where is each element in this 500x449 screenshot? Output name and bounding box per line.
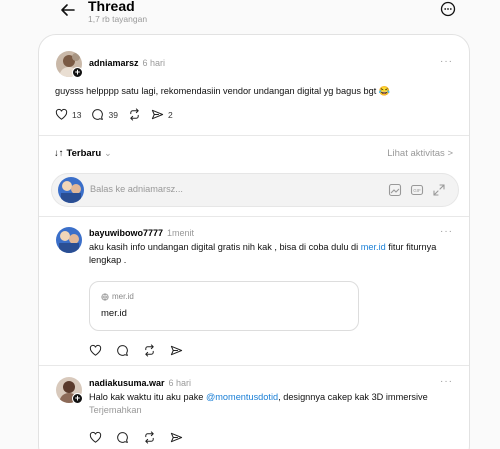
expand-icon[interactable]	[432, 183, 446, 197]
avatar[interactable]	[56, 227, 82, 253]
comment-author[interactable]: bayuwibowo7777 1menit	[89, 228, 194, 238]
comment-button[interactable]	[116, 344, 129, 357]
heart-icon	[55, 108, 68, 120]
chevron-down-icon: ⌄	[104, 148, 112, 158]
globe-icon	[101, 292, 109, 301]
link-preview-card[interactable]: mer.id mer.id	[89, 281, 359, 331]
back-arrow-icon[interactable]	[58, 0, 78, 20]
like-button[interactable]	[89, 344, 102, 357]
top-bar: Thread 1,7 rb tayangan	[0, 0, 500, 32]
post-actions: 13 39 2	[55, 108, 173, 121]
image-icon[interactable]	[388, 183, 402, 197]
link-host: mer.id	[101, 292, 134, 301]
send-icon	[151, 109, 164, 120]
post-author[interactable]: adniamarsz 6 hari	[89, 58, 165, 68]
sort-icon: ↓↑	[54, 148, 64, 159]
comment-button[interactable]: 39	[91, 108, 118, 121]
divider	[39, 135, 469, 136]
repost-button[interactable]	[128, 108, 141, 121]
comment-icon	[117, 432, 128, 443]
inline-link[interactable]: mer.id	[361, 242, 386, 252]
divider	[39, 216, 469, 217]
thread-card: + adniamarsz 6 hari ··· guysss helpppp sa…	[38, 34, 470, 449]
share-button[interactable]	[170, 344, 183, 357]
gif-icon[interactable]: GIF	[410, 183, 424, 197]
comment-more-icon[interactable]: ···	[440, 226, 453, 237]
follow-plus-icon[interactable]: +	[72, 67, 83, 78]
repost-icon	[145, 431, 154, 444]
comment-actions	[89, 431, 183, 444]
like-button[interactable]	[89, 431, 102, 444]
comment-text: Halo kak waktu itu aku pake @momentusdot…	[89, 392, 428, 415]
more-options-icon[interactable]	[440, 1, 456, 17]
comment-button[interactable]	[116, 431, 129, 444]
heart-icon	[89, 431, 102, 443]
reply-placeholder: Balas ke adniamarsz...	[90, 184, 183, 194]
comment-icon	[117, 345, 128, 356]
post-more-icon[interactable]: ···	[440, 56, 453, 67]
comment-icon	[92, 109, 104, 120]
repost-icon	[145, 344, 154, 357]
view-activity-link[interactable]: Lihat aktivitas >	[387, 148, 453, 159]
user-avatar	[58, 177, 84, 203]
reply-input[interactable]: Balas ke adniamarsz... GIF	[51, 173, 459, 207]
comment-text: aku kasih info undangan digital gratis n…	[89, 242, 437, 265]
divider	[39, 365, 469, 366]
comment-more-icon[interactable]: ···	[440, 376, 453, 387]
view-count: 1,7 rb tayangan	[88, 14, 148, 24]
heart-icon	[89, 344, 102, 356]
page-title: Thread	[88, 0, 135, 14]
share-button[interactable]	[170, 431, 183, 444]
send-icon	[170, 345, 183, 356]
translate-link[interactable]: Terjemahkan	[89, 405, 142, 415]
sort-dropdown[interactable]: ↓↑ Terbaru ⌄	[54, 148, 112, 159]
reply-tools: GIF	[388, 183, 446, 197]
like-button[interactable]: 13	[55, 108, 81, 121]
svg-text:GIF: GIF	[413, 188, 421, 193]
follow-plus-icon[interactable]: +	[72, 393, 83, 404]
mention-link[interactable]: @momentusdotid	[206, 392, 278, 402]
link-title: mer.id	[101, 308, 127, 319]
send-icon	[170, 432, 183, 443]
repost-icon	[130, 108, 139, 121]
post-text: guysss helpppp satu lagi, rekomendasiin …	[55, 86, 391, 96]
comment-author[interactable]: nadiakusuma.war 6 hari	[89, 378, 191, 388]
repost-button[interactable]	[143, 431, 156, 444]
share-button[interactable]: 2	[151, 108, 173, 121]
repost-button[interactable]	[143, 344, 156, 357]
comment-actions	[89, 344, 183, 357]
